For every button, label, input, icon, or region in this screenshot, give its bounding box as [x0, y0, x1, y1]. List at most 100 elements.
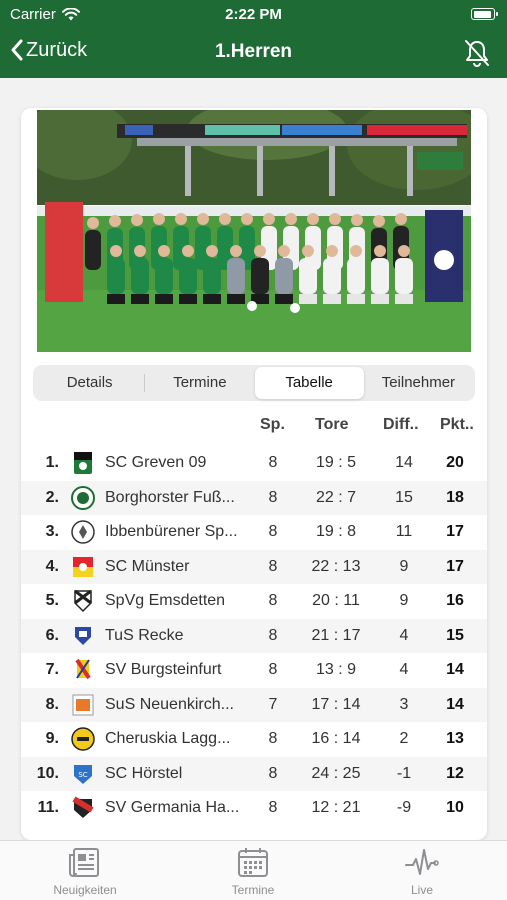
tab-details-label: Details [66, 374, 113, 391]
table-row[interactable]: 7. SV Burgsteinfurt 8 13 : 9 4 14 [21, 653, 487, 688]
row-goal-difference: 9 [399, 592, 409, 609]
column-header-tore: Tore [315, 416, 349, 433]
row-goal-difference: 14 [395, 454, 413, 471]
status-time: 2:22 PM [225, 6, 282, 23]
tab-teilnehmer-label: Teilnehmer [381, 374, 456, 391]
row-rank: 9. [45, 730, 59, 747]
row-points: 13 [446, 730, 464, 747]
burgsteinfurt-logo [75, 658, 91, 680]
row-team-name: Ibbenbürener Sp... [105, 523, 238, 540]
column-header-diff: Diff.. [383, 416, 419, 433]
row-goals: 13 : 9 [315, 661, 357, 678]
row-team-name: SuS Neuenkirch... [105, 695, 234, 713]
tab-details[interactable]: Details [35, 367, 144, 399]
tab-termine[interactable]: Termine [145, 367, 254, 399]
sc-muenster-logo [73, 556, 93, 577]
row-games-played: 8 [268, 592, 278, 609]
row-goals: 16 : 14 [311, 730, 361, 747]
row-rank: 1. [45, 454, 59, 471]
table-row[interactable]: 10. SC SC Hörstel 8 24 : 25 -1 12 [21, 756, 487, 791]
tab-tabelle-label: Tabelle [285, 374, 333, 391]
row-games-played: 8 [268, 764, 278, 782]
row-points: 17 [446, 523, 464, 540]
row-goals: 19 : 8 [315, 523, 357, 540]
pulse-icon [405, 849, 439, 875]
tab-teilnehmer[interactable]: Teilnehmer [364, 367, 473, 399]
row-team-name: SpVg Emsdetten [105, 592, 226, 609]
table-row[interactable]: 3. Ibbenbürener Sp... 8 19 : 8 11 17 [21, 515, 487, 550]
row-points: 20 [446, 454, 464, 471]
tabbar-live[interactable]: Live [362, 847, 482, 897]
row-rank: 4. [45, 557, 59, 575]
team-card: Details Termine Tabelle Teilnehmer Sp. T… [21, 108, 487, 840]
row-rank: 7. [45, 661, 59, 678]
table-row[interactable]: 1. SC Greven 09 8 19 : 5 14 20 [21, 446, 487, 481]
notification-toggle-button[interactable] [463, 38, 491, 73]
row-points: 17 [446, 557, 464, 575]
newspaper-icon [69, 848, 99, 877]
segmented-control: Details Termine Tabelle Teilnehmer [33, 365, 475, 401]
tabbar-termine[interactable]: Termine [193, 847, 313, 897]
emsdetten-logo [74, 589, 92, 613]
row-rank: 3. [45, 523, 59, 540]
row-rank: 11. [37, 799, 59, 816]
row-games-played: 8 [268, 557, 278, 575]
row-goal-difference: 4 [399, 661, 409, 678]
row-team-name: SV Germania Ha... [105, 799, 240, 816]
neuenkirchen-logo [72, 694, 94, 715]
page-title: 1.Herren [214, 41, 293, 62]
row-team-name: SV Burgsteinfurt [105, 661, 222, 678]
row-goal-difference: 9 [399, 557, 409, 575]
row-games-played: 8 [268, 523, 278, 540]
column-header-sp: Sp. [260, 416, 285, 433]
row-goals: 19 : 5 [315, 454, 357, 471]
row-goal-difference: 15 [395, 488, 413, 506]
tabbar-neuigkeiten-label: Neuigkeiten [53, 883, 117, 897]
table-row[interactable]: 11. SV Germania Ha... 8 12 : 21 -9 10 [21, 791, 487, 826]
table-row[interactable]: 4. SC Münster 8 22 : 13 9 17 [21, 549, 487, 584]
table-row[interactable]: 9. Cheruskia Lagg... 8 16 : 14 2 13 [21, 722, 487, 757]
germania-logo [72, 796, 94, 818]
table-row[interactable]: 6. TuS Recke 8 21 : 17 4 15 [21, 618, 487, 653]
tab-bar: Neuigkeiten Termine Live [0, 840, 507, 900]
tabbar-live-label: Live [410, 883, 433, 897]
row-games-played: 8 [268, 454, 278, 471]
row-points: 14 [446, 695, 464, 713]
row-goal-difference: 2 [399, 730, 409, 747]
borghorst-logo [71, 485, 95, 510]
row-team-name: Cheruskia Lagg... [105, 730, 231, 747]
row-rank: 8. [45, 695, 59, 713]
table-row[interactable]: 2. Borghorster Fuß... 8 22 : 7 15 18 [21, 480, 487, 515]
tabbar-termine-label: Termine [231, 883, 275, 897]
standings-table: 1. SC Greven 09 8 19 : 5 14 20 2. Borghorster F… [21, 446, 487, 826]
row-points: 18 [446, 488, 464, 506]
row-team-name: SC Münster [105, 557, 190, 575]
row-goals: 22 : 13 [311, 557, 361, 575]
row-points: 16 [446, 592, 464, 609]
row-rank: 5. [45, 592, 59, 609]
row-goals: 20 : 11 [312, 592, 360, 609]
row-rank: 10. [36, 764, 59, 782]
row-team-name: TuS Recke [105, 626, 184, 644]
bell-off-icon [465, 40, 489, 67]
calendar-icon [238, 848, 268, 877]
team-photo [37, 110, 471, 352]
row-team-name: Borghorster Fuß... [105, 488, 235, 506]
row-points: 15 [446, 626, 464, 644]
tab-tabelle[interactable]: Tabelle [254, 367, 364, 399]
row-goal-difference: 4 [399, 626, 409, 644]
row-games-played: 8 [268, 799, 278, 816]
sc-greven-logo [74, 452, 92, 474]
tus-recke-logo [75, 626, 91, 645]
row-goal-difference: 11 [395, 523, 413, 540]
cheruskia-logo [71, 727, 95, 751]
row-goals: 24 : 25 [311, 764, 361, 782]
table-row[interactable]: 5. SpVg Emsdetten 8 20 : 11 9 16 [21, 584, 487, 619]
table-row[interactable]: 8. SuS Neuenkirch... 7 17 : 14 3 14 [21, 687, 487, 722]
row-team-name: SC Hörstel [105, 764, 183, 782]
row-games-played: 8 [268, 730, 278, 747]
svg-text:SC: SC [78, 771, 87, 779]
table-header: Sp. Tore Diff.. Pkt.. [21, 412, 487, 440]
row-rank: 2. [45, 488, 59, 506]
tabbar-neuigkeiten[interactable]: Neuigkeiten [25, 847, 145, 897]
